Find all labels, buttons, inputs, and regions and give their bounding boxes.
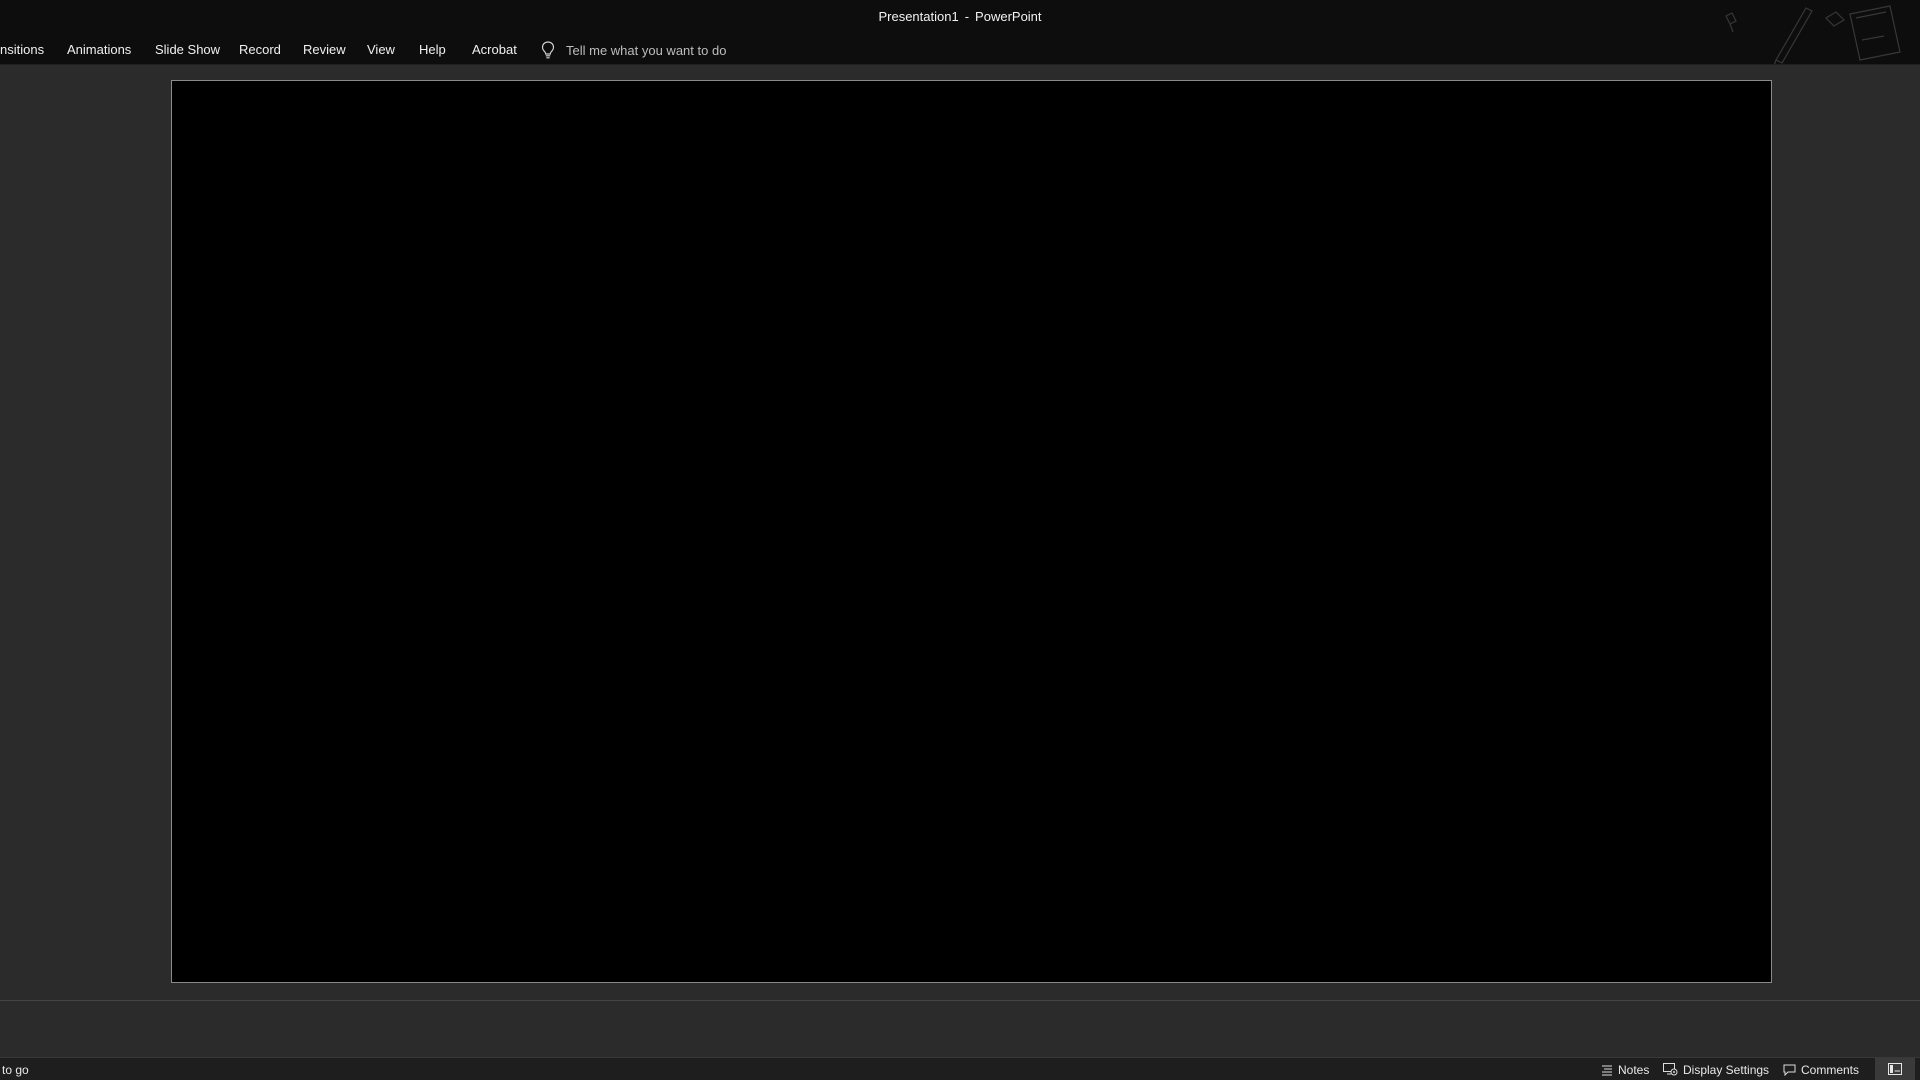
status-left-text: to go bbox=[2, 1063, 29, 1077]
tab-animations[interactable]: Animations bbox=[67, 42, 131, 57]
display-settings-icon bbox=[1663, 1063, 1678, 1076]
display-settings-button[interactable]: Display Settings bbox=[1663, 1061, 1769, 1078]
app-name: PowerPoint bbox=[975, 9, 1042, 24]
display-settings-label: Display Settings bbox=[1683, 1062, 1770, 1077]
notes-icon bbox=[1602, 1065, 1612, 1075]
comments-button[interactable]: Comments bbox=[1783, 1061, 1859, 1078]
tab-review[interactable]: Review bbox=[303, 42, 346, 57]
slide-canvas[interactable] bbox=[171, 80, 1772, 983]
powerpoint-window: Presentation1- PowerPoint nsitions Animat… bbox=[0, 0, 1920, 1080]
window-title: Presentation1- PowerPoint bbox=[0, 9, 1920, 24]
status-bar: to go Notes Display Settings Comments bbox=[0, 1057, 1920, 1080]
tab-help[interactable]: Help bbox=[419, 42, 446, 57]
notes-pane[interactable] bbox=[0, 1000, 1920, 1057]
header-decoration-icon bbox=[1725, 5, 1901, 66]
tab-record[interactable]: Record bbox=[239, 42, 281, 57]
document-name: Presentation1 bbox=[878, 9, 959, 24]
comments-label: Comments bbox=[1801, 1062, 1860, 1077]
normal-view-button[interactable] bbox=[1875, 1058, 1915, 1080]
tell-me-text: Tell me what you want to do bbox=[566, 42, 727, 58]
notes-label: Notes bbox=[1618, 1062, 1650, 1077]
tab-slide-show[interactable]: Slide Show bbox=[155, 42, 220, 57]
tab-view[interactable]: View bbox=[367, 42, 395, 57]
notes-button[interactable]: Notes bbox=[1601, 1061, 1649, 1078]
title-bar: Presentation1- PowerPoint bbox=[0, 0, 1920, 34]
normal-view-icon bbox=[1888, 1063, 1902, 1075]
lightbulb-icon bbox=[541, 41, 555, 59]
title-separator: - bbox=[964, 9, 970, 24]
slide-editing-area bbox=[0, 65, 1920, 1000]
tab-transitions[interactable]: nsitions bbox=[0, 42, 44, 57]
tell-me-search[interactable]: Tell me what you want to do bbox=[540, 39, 726, 61]
comment-icon bbox=[1783, 1064, 1796, 1076]
tab-acrobat[interactable]: Acrobat bbox=[472, 42, 517, 57]
ribbon-tabs: nsitions Animations Slide Show Record Re… bbox=[0, 34, 1920, 64]
